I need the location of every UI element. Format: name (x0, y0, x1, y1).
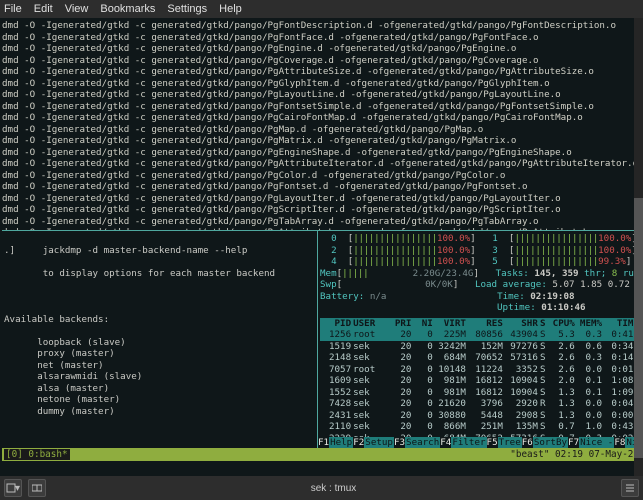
compile-line: dmd -O -Igenerated/gtkd -c generated/gtk… (2, 101, 641, 113)
compile-line: dmd -O -Igenerated/gtkd -c generated/gtk… (2, 135, 641, 147)
menu-edit[interactable]: Edit (34, 3, 53, 15)
fn-key[interactable]: F2 (353, 437, 364, 448)
jackd-sub: to display options for each master backe… (4, 268, 315, 280)
list-item: alsa (master) (4, 383, 315, 395)
compile-line: dmd -O -Igenerated/gtkd -c generated/gtk… (2, 158, 641, 170)
backends-label: Available backends: (4, 314, 315, 326)
list-item: loopback (slave) (4, 337, 315, 349)
process-row[interactable]: 1256root200225M8085643904S5.30.30:41. (320, 329, 639, 341)
compile-line: dmd -O -Igenerated/gtkd -c generated/gtk… (2, 124, 641, 136)
split-button[interactable] (28, 479, 46, 497)
compile-line: dmd -O -Igenerated/gtkd -c generated/gtk… (2, 170, 641, 182)
terminal[interactable]: dmd -O -Igenerated/gtkd -c generated/gtk… (0, 18, 643, 476)
tasks-label: Tasks: (496, 268, 535, 279)
htop-fn-bar[interactable]: F1HelpF2SetupF3SearchF4FilterF5TreeF6Sor… (318, 437, 641, 449)
compile-line: dmd -O -Igenerated/gtkd -c generated/gtk… (2, 78, 641, 90)
list-item: net (master) (4, 360, 315, 372)
compile-line: dmd -O -Igenerated/gtkd -c generated/gtk… (2, 147, 641, 159)
compile-line: dmd -O -Igenerated/gtkd -c generated/gtk… (2, 89, 641, 101)
tmux-window[interactable]: [0] 0:bash* (4, 449, 70, 460)
fn-key[interactable]: F4 (440, 437, 451, 448)
menu-bookmarks[interactable]: Bookmarks (100, 3, 155, 15)
fn-key[interactable]: F1 (318, 437, 329, 448)
compile-line: dmd -O -Igenerated/gtkd -c generated/gtk… (2, 216, 641, 228)
compile-line: dmd -O -Igenerated/gtkd -c generated/gtk… (2, 112, 641, 124)
load-label: Load average: (475, 279, 552, 290)
fn-key[interactable]: F7 (568, 437, 579, 448)
hamburger-button[interactable] (621, 479, 639, 497)
new-tab-button[interactable]: ▾ (4, 479, 22, 497)
fn-key[interactable]: F6 (522, 437, 533, 448)
list-item: netone (master) (4, 394, 315, 406)
battery-label: Battery: (320, 291, 364, 302)
menu-settings[interactable]: Settings (167, 3, 207, 15)
fn-key[interactable]: F3 (394, 437, 405, 448)
process-row[interactable]: 2431sek2003088054482908S1.30.00:00. (320, 410, 639, 422)
fn-key[interactable]: F8 (614, 437, 625, 448)
cpu-row: 4 [||||||||||||||||100.0%] 5 [||||||||||… (320, 256, 639, 268)
htop-pane[interactable]: 0 [||||||||||||||||100.0%] 1 [||||||||||… (318, 231, 641, 448)
htop-header[interactable]: PID USER PRI NI VIRT RES SHR S CPU% MEM%… (320, 318, 639, 330)
window-title: sek : tmux (311, 483, 357, 494)
scroll-thumb[interactable] (634, 198, 643, 458)
compile-output-pane[interactable]: dmd -O -Igenerated/gtkd -c generated/gtk… (2, 20, 641, 230)
uptime-label: Uptime: (497, 302, 541, 313)
list-item: dummy (master) (4, 406, 315, 418)
tmux-status-bar[interactable]: [0] 0:bash* "beast" 02:19 07-May-21 (2, 448, 641, 461)
process-row[interactable]: 2110sek200866M251M135MS0.71.00:43. (320, 421, 639, 433)
compile-line: dmd -O -Igenerated/gtkd -c generated/gtk… (2, 55, 641, 67)
process-row[interactable]: 1519sek2003242M152M97276S2.60.60:34. (320, 341, 639, 353)
menu-help[interactable]: Help (219, 3, 242, 15)
compile-line: dmd -O -Igenerated/gtkd -c generated/gtk… (2, 20, 641, 32)
cpu-row: 2 [||||||||||||||||100.0%] 3 [||||||||||… (320, 245, 639, 257)
app-bottom-bar: ▾ sek : tmux (0, 476, 643, 500)
menu-view[interactable]: View (65, 3, 89, 15)
jackd-header: .] jackdmp -d master-backend-name --help (4, 245, 315, 257)
list-item: proxy (master) (4, 348, 315, 360)
list-item: alsarawmidi (slave) (4, 371, 315, 383)
process-row[interactable]: 2148sek200684M7065257316S2.60.30:14. (320, 352, 639, 364)
jackd-help-pane[interactable]: .] jackdmp -d master-backend-name --help… (2, 231, 318, 448)
compile-line: dmd -O -Igenerated/gtkd -c generated/gtk… (2, 181, 641, 193)
cpu-row: 0 [||||||||||||||||100.0%] 1 [||||||||||… (320, 233, 639, 245)
time-label: Time: (497, 291, 530, 302)
process-row[interactable]: 1609sek200981M1681210904S2.00.11:08. (320, 375, 639, 387)
fn-key[interactable]: F5 (487, 437, 498, 448)
process-row[interactable]: 7057root20010148112243352S2.60.00:01. (320, 364, 639, 376)
menu-bar: File Edit View Bookmarks Settings Help (0, 0, 643, 18)
compile-line: dmd -O -Igenerated/gtkd -c generated/gtk… (2, 43, 641, 55)
process-row[interactable]: 1552sek200981M1681210904S1.30.11:09. (320, 387, 639, 399)
compile-line: dmd -O -Igenerated/gtkd -c generated/gtk… (2, 204, 641, 216)
compile-line: dmd -O -Igenerated/gtkd -c generated/gtk… (2, 193, 641, 205)
compile-line: dmd -O -Igenerated/gtkd -c generated/gtk… (2, 32, 641, 44)
process-row[interactable]: 7428sek2002162037962920R1.30.00:04. (320, 398, 639, 410)
tmux-clock: "beast" 02:19 07-May-21 (510, 449, 639, 460)
scrollbar[interactable] (634, 18, 643, 476)
menu-file[interactable]: File (4, 3, 22, 15)
compile-line: dmd -O -Igenerated/gtkd -c generated/gtk… (2, 66, 641, 78)
